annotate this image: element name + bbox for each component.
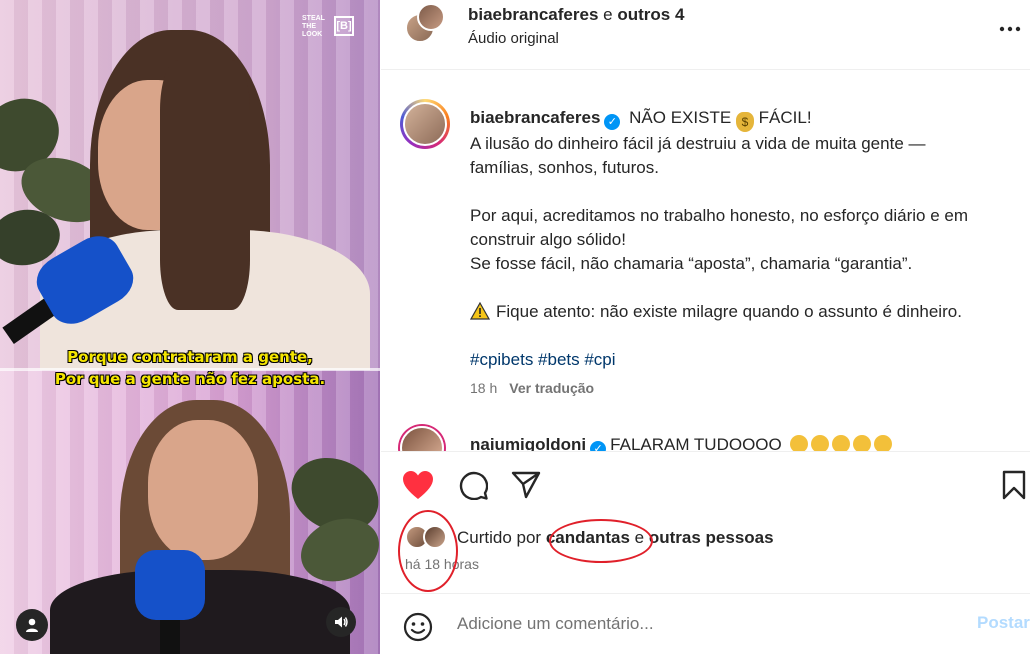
caption-time[interactable]: 18 h bbox=[470, 380, 497, 396]
caption-avatar[interactable] bbox=[400, 99, 450, 149]
comment-bar: Postar bbox=[381, 593, 1030, 654]
emoji-button[interactable] bbox=[403, 612, 433, 647]
post-actions: Curtido por candantas e outras pessoas h… bbox=[381, 451, 1030, 654]
post-comment-button[interactable]: Postar bbox=[977, 613, 1030, 633]
more-horizontal-icon bbox=[999, 26, 1021, 32]
caption-meta: 18 h Ver tradução bbox=[470, 380, 594, 396]
post-header: biaebrancaferes e outros 4 Áudio origina… bbox=[381, 0, 1030, 70]
money-bag-icon: $ bbox=[735, 112, 754, 132]
hashtags[interactable]: #cpibets #bets #cpi bbox=[470, 348, 1020, 372]
header-usernames[interactable]: biaebrancaferes e outros 4 bbox=[468, 5, 684, 25]
b3-logo: [B] bbox=[334, 16, 354, 36]
send-icon bbox=[511, 471, 541, 499]
heart-icon bbox=[403, 471, 433, 499]
caption-paragraph-2: Por aqui, acreditamos no trabalho honest… bbox=[470, 206, 969, 249]
warning-icon bbox=[470, 302, 490, 320]
caption-paragraph-3: Se fosse fácil, não chamaria “aposta”, c… bbox=[470, 254, 913, 273]
like-button[interactable] bbox=[401, 468, 435, 502]
annotation-circle bbox=[549, 519, 653, 563]
save-button[interactable] bbox=[997, 468, 1030, 502]
profile-button[interactable] bbox=[16, 609, 48, 641]
annotation-circle bbox=[398, 510, 458, 592]
caption-username[interactable]: biaebrancaferes bbox=[470, 108, 600, 127]
video-frame-top: STEAL THE LOOK [B] bbox=[0, 0, 380, 370]
profile-icon bbox=[26, 618, 38, 632]
comment-button[interactable] bbox=[456, 468, 490, 502]
comment-item: naiumigoldoni ✓ FALARAM TUDOOOO bbox=[470, 433, 1010, 453]
translate-link[interactable]: Ver tradução bbox=[509, 380, 594, 396]
caption-warning: Fique atento: não existe milagre quando … bbox=[470, 300, 1020, 324]
comment-bubble-icon bbox=[459, 471, 488, 500]
comment-input[interactable] bbox=[457, 614, 937, 634]
speaker-icon bbox=[335, 616, 348, 628]
sound-button[interactable] bbox=[326, 607, 356, 637]
liked-by-others[interactable]: outras pessoas bbox=[649, 528, 774, 547]
post-panel: biaebrancaferes e outros 4 Áudio origina… bbox=[381, 0, 1030, 654]
caption-paragraph-1: A ilusão do dinheiro fácil já destruiu a… bbox=[470, 134, 926, 177]
avatar[interactable] bbox=[417, 3, 445, 31]
verified-badge-icon: ✓ bbox=[604, 114, 621, 130]
more-options-button[interactable] bbox=[999, 12, 1021, 38]
bookmark-icon bbox=[1002, 470, 1026, 500]
emoji-icon bbox=[403, 612, 433, 642]
share-button[interactable] bbox=[509, 468, 543, 502]
header-others[interactable]: outros 4 bbox=[617, 5, 684, 24]
video-frame-bottom bbox=[0, 370, 380, 654]
caption: biaebrancaferes ✓ NÃO EXISTE $ FÁCIL! A i… bbox=[470, 106, 1020, 372]
reel-video[interactable]: STEAL THE LOOK [B] Porque contrataram a … bbox=[0, 0, 380, 654]
steal-the-look-logo: STEAL THE LOOK bbox=[302, 15, 325, 38]
video-subtitle: Porque contrataram a gente, Por que a ge… bbox=[54, 348, 326, 388]
audio-label[interactable]: Áudio original bbox=[468, 30, 559, 47]
header-username[interactable]: biaebrancaferes bbox=[468, 5, 598, 24]
